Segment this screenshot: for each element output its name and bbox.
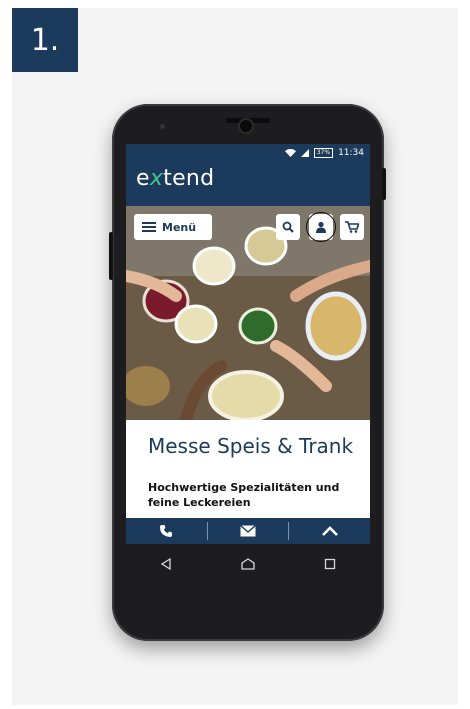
chevron-up-icon (321, 526, 338, 536)
phone-mockup: 37% 11:34 extend Menü Messe Speis & Tran… (109, 104, 386, 641)
hero-image: Menü (126, 206, 370, 420)
page-title: Messe Speis & Trank (148, 434, 354, 458)
logo-text-suffix: tend (163, 166, 215, 191)
wifi-icon (284, 149, 296, 157)
clock: 11:34 (338, 148, 364, 158)
search-icon (282, 221, 294, 233)
recents-icon[interactable] (324, 558, 336, 570)
bottom-action-bar (126, 518, 370, 544)
menu-button[interactable]: Menü (134, 214, 212, 240)
cart-icon (345, 221, 359, 233)
power-button (382, 168, 386, 200)
hamburger-icon (142, 222, 156, 232)
logo-text-prefix: e (136, 166, 150, 191)
status-bar: 37% 11:34 (126, 144, 370, 162)
phone-screen: 37% 11:34 extend Menü Messe Speis & Tran… (126, 144, 370, 544)
android-nav-bar (126, 544, 370, 584)
logo-text-x: x (149, 166, 164, 191)
email-button[interactable] (208, 518, 289, 544)
home-icon[interactable] (241, 558, 255, 570)
battery-indicator: 37% (313, 148, 334, 158)
signal-icon (300, 149, 309, 157)
account-button[interactable] (309, 214, 333, 240)
proximity-sensor (160, 124, 165, 129)
front-camera (240, 120, 252, 132)
phone-icon (160, 525, 173, 537)
content-area: Messe Speis & Trank Hochwertige Speziali… (126, 420, 370, 518)
mail-icon (240, 525, 256, 537)
cart-button[interactable] (340, 214, 364, 240)
step-badge: 1. (12, 8, 78, 72)
back-icon[interactable] (160, 558, 172, 570)
page-subtitle: Hochwertige Spezialitäten und feine Leck… (148, 481, 340, 509)
call-button[interactable] (126, 518, 207, 544)
volume-button (109, 232, 113, 280)
search-button[interactable] (276, 214, 300, 240)
brand-logo[interactable]: extend (136, 166, 214, 191)
menu-label: Menü (162, 220, 197, 234)
scroll-top-button[interactable] (289, 518, 370, 544)
user-icon (316, 221, 326, 233)
